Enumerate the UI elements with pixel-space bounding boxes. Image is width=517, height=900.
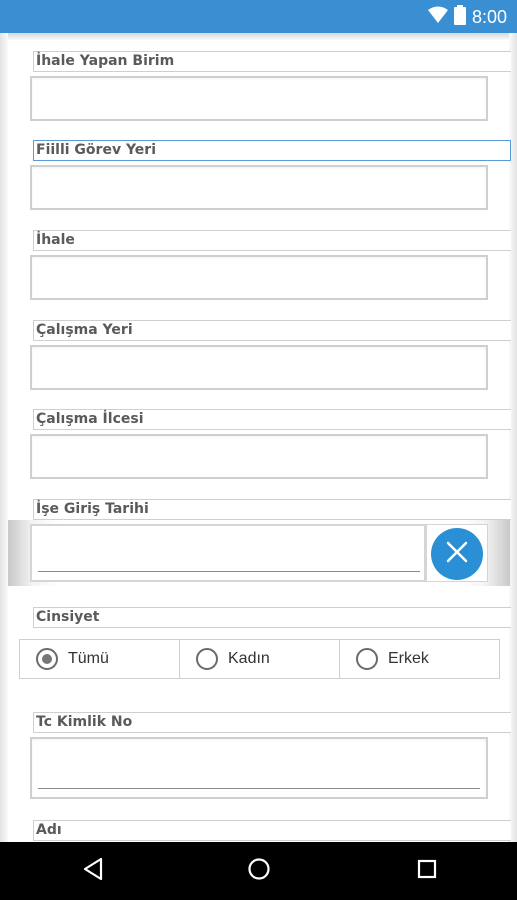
field-label-calisma-ilcesi: Çalışma İlcesi [33, 409, 511, 430]
recents-icon [416, 858, 438, 884]
status-bar: 8:00 [0, 0, 517, 33]
radio-option-kadin[interactable]: Kadın [180, 640, 340, 678]
wifi-icon [427, 6, 448, 28]
calisma-ilcesi-input[interactable] [30, 434, 488, 479]
back-icon [82, 857, 104, 885]
field-label-ihale-yapan-birim: İhale Yapan Birim [33, 51, 511, 72]
battery-icon [453, 5, 466, 29]
field-label-calisma-yeri: Çalışma Yeri [33, 320, 511, 341]
field-label-tc-kimlik-no: Tc Kimlik No [33, 712, 511, 733]
field-label-ihale: İhale [33, 230, 511, 251]
home-button[interactable] [244, 856, 274, 886]
field-label-cinsiyet: Cinsiyet [33, 607, 511, 628]
field-label-adi: Adı [33, 820, 511, 841]
navigation-bar [0, 842, 517, 900]
close-icon [445, 540, 469, 568]
radio-label-tumu: Tümü [68, 650, 109, 667]
form-content[interactable]: İhale Yapan Birim Fiilli Görev Yeri İhal… [0, 33, 517, 842]
back-button[interactable] [78, 856, 108, 886]
radio-option-erkek[interactable]: Erkek [340, 640, 499, 678]
date-field-row [8, 520, 510, 586]
radio-option-tumu[interactable]: Tümü [20, 640, 180, 678]
radio-checked-icon[interactable] [36, 648, 58, 670]
calisma-yeri-input[interactable] [30, 345, 488, 390]
status-time: 8:00 [471, 6, 507, 27]
radio-unchecked-icon[interactable] [356, 648, 378, 670]
field-label-fiilli-gorev-yeri: Fiilli Görev Yeri [33, 140, 511, 161]
home-icon [247, 857, 271, 885]
radio-label-kadin: Kadın [228, 650, 270, 667]
clear-date-button[interactable] [431, 528, 483, 580]
field-label-ise-giris-tarihi: İşe Giriş Tarihi [33, 499, 511, 520]
tc-kimlik-no-input[interactable] [30, 737, 488, 799]
clear-date-cell [426, 524, 488, 582]
gender-radio-group: Tümü Kadın Erkek [19, 639, 500, 679]
fiilli-gorev-yeri-input[interactable] [30, 165, 488, 210]
recents-button[interactable] [412, 856, 442, 886]
radio-label-erkek: Erkek [388, 650, 429, 667]
radio-unchecked-icon[interactable] [196, 648, 218, 670]
ihale-yapan-birim-input[interactable] [30, 76, 488, 121]
ise-giris-tarihi-input[interactable] [30, 524, 426, 582]
ihale-input[interactable] [30, 255, 488, 300]
